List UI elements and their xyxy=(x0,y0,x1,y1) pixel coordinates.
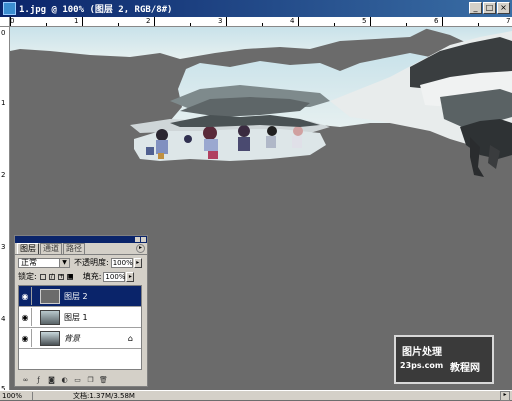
lock-label: 锁定: xyxy=(18,272,37,281)
chevron-down-icon: ▼ xyxy=(59,258,69,267)
panel-close-button[interactable] xyxy=(141,237,146,242)
watermark-logo: 图片处理 23ps.com 教程网 xyxy=(394,335,494,384)
layers-list: ◉ 图层 2 ◉ 图层 1 ◉ 背景 ⌂ xyxy=(18,285,142,370)
horizontal-ruler[interactable]: 0 1 2 3 4 5 6 7 xyxy=(10,17,512,27)
lock-position-icon[interactable]: + xyxy=(57,273,64,280)
ruler-number: 4 xyxy=(1,315,6,323)
opacity-slider-button[interactable]: ▸ xyxy=(133,257,142,268)
link-icon[interactable]: ∞ xyxy=(21,376,30,384)
ruler-number: 1 xyxy=(1,99,6,107)
layer-name: 图层 1 xyxy=(64,312,88,322)
panel-menu-button[interactable]: ▸ xyxy=(136,244,145,253)
lock-transparency-icon[interactable] xyxy=(39,273,46,280)
ruler-number: 0 xyxy=(1,29,6,37)
layer-link-cell[interactable] xyxy=(31,329,38,347)
tab-layers[interactable]: 图层 xyxy=(17,243,39,254)
panel-minimize-button[interactable] xyxy=(135,237,140,242)
layer-row[interactable]: ◉ 图层 2 xyxy=(19,286,141,307)
layer-thumbnail xyxy=(40,288,60,304)
watermark-line: 图片处理 xyxy=(402,347,442,358)
mask-icon[interactable]: ◙ xyxy=(47,376,56,384)
layer-link-cell[interactable] xyxy=(31,287,38,305)
new-layer-icon[interactable]: ❐ xyxy=(86,376,95,384)
visibility-eye-icon[interactable]: ◉ xyxy=(19,313,31,322)
fill-label: 填充: xyxy=(82,272,102,281)
opacity-label: 不透明度: xyxy=(74,258,109,267)
layers-panel: 图层 通道 路径 ▸ 正常 ▼ 不透明度: 100% ▸ 锁定: / + ■ 填… xyxy=(14,235,148,387)
panel-footer: ∞ ƒ ◙ ◐ ▭ ❐ 🗑 xyxy=(15,373,153,386)
ruler-corner[interactable] xyxy=(0,17,10,27)
visibility-eye-icon[interactable]: ◉ xyxy=(19,334,31,343)
blend-mode-value: 正常 xyxy=(21,258,37,267)
close-button[interactable]: × xyxy=(497,2,510,14)
tab-channels[interactable]: 通道 xyxy=(40,243,62,254)
panel-tabs: 图层 通道 路径 ▸ xyxy=(15,243,147,255)
adjustment-icon[interactable]: ◐ xyxy=(60,376,69,384)
status-bar: 100% 文档:1.37M/3.58M ▸ xyxy=(0,390,512,401)
title-bar: 1.jpg @ 100% (图层 2, RGB/8#) _ □ × xyxy=(0,0,512,17)
lock-row: 锁定: / + ■ 填充: 100% ▸ xyxy=(15,270,147,283)
ruler-number: 3 xyxy=(1,243,6,251)
vertical-ruler[interactable]: 0 1 2 3 4 5 xyxy=(0,17,10,390)
layer-link-cell[interactable] xyxy=(31,308,38,326)
watermark-line: 23ps.com xyxy=(400,361,444,370)
lock-all-icon[interactable]: ■ xyxy=(66,273,73,280)
group-icon[interactable]: ▭ xyxy=(73,376,82,384)
layer-thumbnail xyxy=(40,309,60,325)
minimize-button[interactable]: _ xyxy=(469,2,482,14)
layer-row[interactable]: ◉ 图层 1 xyxy=(19,307,141,328)
lock-icon: ⌂ xyxy=(127,333,133,343)
layer-name: 背景 xyxy=(64,333,80,343)
opacity-input[interactable]: 100% xyxy=(110,257,133,268)
style-icon[interactable]: ƒ xyxy=(34,376,43,384)
layer-thumbnail xyxy=(40,330,60,346)
lock-pixels-icon[interactable]: / xyxy=(48,273,55,280)
ruler-ticks xyxy=(10,17,479,26)
status-menu-arrow[interactable]: ▸ xyxy=(500,390,510,401)
visibility-eye-icon[interactable]: ◉ xyxy=(19,292,31,301)
blend-row: 正常 ▼ 不透明度: 100% ▸ xyxy=(15,256,147,269)
layer-row[interactable]: ◉ 背景 ⌂ xyxy=(19,328,141,349)
document-icon xyxy=(3,2,16,15)
document-size: 文档:1.37M/3.58M xyxy=(73,391,135,400)
blend-mode-select[interactable]: 正常 ▼ xyxy=(18,257,70,268)
window-controls: _ □ × xyxy=(469,2,510,14)
ruler-number: 2 xyxy=(1,171,6,179)
fill-slider-button[interactable]: ▸ xyxy=(126,271,135,282)
tab-paths[interactable]: 路径 xyxy=(63,243,85,254)
zoom-field[interactable]: 100% xyxy=(0,391,33,400)
panel-title-bar[interactable] xyxy=(15,236,147,243)
layer-name: 图层 2 xyxy=(64,291,88,301)
maximize-button[interactable]: □ xyxy=(483,2,496,14)
watermark-line: 教程网 xyxy=(450,363,480,374)
trash-icon[interactable]: 🗑 xyxy=(99,376,108,384)
fill-input[interactable]: 100% xyxy=(103,271,125,282)
window-title: 1.jpg @ 100% (图层 2, RGB/8#) xyxy=(19,5,173,15)
